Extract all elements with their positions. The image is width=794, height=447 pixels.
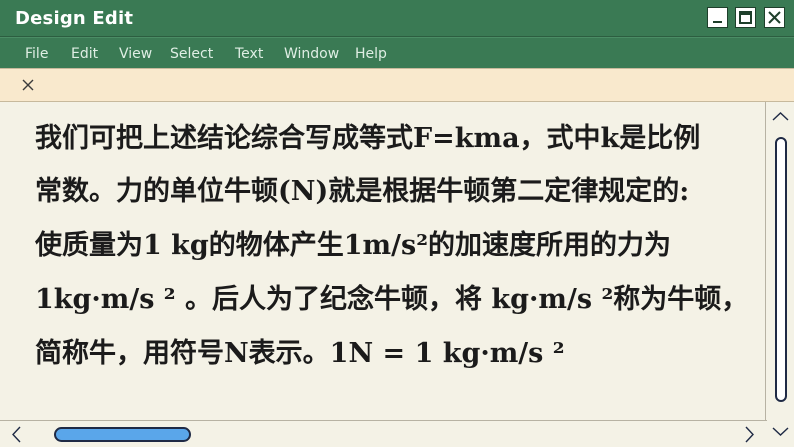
horizontal-scroll-thumb[interactable] — [54, 427, 191, 442]
scroll-right-arrow-icon[interactable] — [740, 421, 760, 447]
maximize-icon — [739, 11, 752, 24]
scroll-up-arrow-icon[interactable] — [767, 106, 794, 126]
text-line-3: 使质量为1 kg的物体产生1m/s²的加速度所用的力为 — [35, 230, 672, 261]
minimize-icon — [713, 21, 722, 23]
menu-help[interactable]: Help — [355, 46, 387, 62]
window-title: Design Edit — [15, 8, 134, 29]
maximize-button[interactable] — [735, 7, 756, 28]
scroll-left-arrow-icon[interactable] — [6, 421, 26, 447]
close-tab-button[interactable] — [20, 77, 36, 93]
menu-select[interactable]: Select — [170, 46, 213, 62]
close-button[interactable] — [764, 7, 785, 28]
scroll-corner — [767, 420, 794, 447]
menu-bar: File Edit View Select Text Window Help — [0, 37, 794, 68]
vertical-scrollbar[interactable] — [767, 102, 794, 420]
text-line-4: 1kg·m/s ² 。后人为了纪念牛顿，将 kg·m/s ²称为牛顿， — [35, 284, 749, 315]
document-tab-strip — [0, 68, 794, 102]
text-line-1: 我们可把上述结论综合写成等式F=kma，式中k是比例 — [35, 123, 701, 154]
vertical-scroll-thumb[interactable] — [775, 137, 787, 402]
text-line-5: 简称牛，用符号N表示。1N = 1 kg·m/s ² — [35, 338, 565, 369]
menu-view[interactable]: View — [119, 46, 152, 62]
title-bar: Design Edit — [0, 0, 794, 37]
menu-edit[interactable]: Edit — [71, 46, 98, 62]
horizontal-scrollbar[interactable] — [0, 420, 794, 447]
menu-text[interactable]: Text — [235, 46, 263, 62]
text-line-2: 常数。力的单位牛顿(N)就是根据牛顿第二定律规定的: — [35, 176, 690, 207]
menu-file[interactable]: File — [25, 46, 48, 62]
close-icon — [768, 11, 781, 24]
scroll-down-arrow-icon[interactable] — [767, 420, 794, 447]
minimize-button[interactable] — [707, 7, 728, 28]
close-tab-icon — [22, 79, 34, 91]
menu-window[interactable]: Window — [284, 46, 339, 62]
text-editor-area[interactable]: 我们可把上述结论综合写成等式F=kma，式中k是比例 常数。力的单位牛顿(N)就… — [0, 102, 766, 420]
